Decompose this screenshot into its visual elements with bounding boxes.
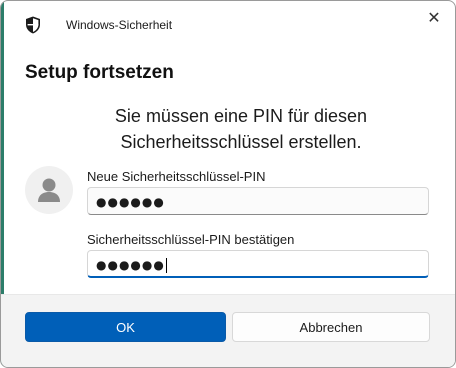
- new-pin-input[interactable]: ●●●●●●: [87, 187, 429, 215]
- new-pin-value: ●●●●●●: [96, 195, 165, 209]
- cancel-button[interactable]: Abbrechen: [232, 312, 430, 342]
- ok-button[interactable]: OK: [25, 312, 226, 342]
- close-button[interactable]: ✕: [419, 5, 449, 31]
- dialog-title: Setup fortsetzen: [25, 62, 174, 83]
- confirm-pin-value: ●●●●●●: [96, 258, 165, 272]
- avatar: [25, 166, 73, 214]
- new-pin-label: Neue Sicherheitsschlüssel-PIN: [87, 169, 266, 184]
- text-caret: [165, 258, 167, 273]
- user-icon: [38, 178, 60, 202]
- shield-icon: [26, 16, 40, 34]
- confirm-pin-input[interactable]: ●●●●●●: [87, 250, 429, 278]
- message-line-2: Sicherheitsschlüssel erstellen.: [120, 132, 362, 152]
- title-bar: Windows-Sicherheit ✕: [1, 1, 455, 49]
- confirm-pin-label: Sicherheitsschlüssel-PIN bestätigen: [87, 232, 295, 247]
- message-line-1: Sie müssen eine PIN für diesen: [114, 106, 368, 126]
- app-title: Windows-Sicherheit: [66, 18, 173, 32]
- close-icon: ✕: [427, 10, 441, 27]
- instruction-message: Sie müssen eine PIN für diesen Sicherhei…: [25, 103, 455, 155]
